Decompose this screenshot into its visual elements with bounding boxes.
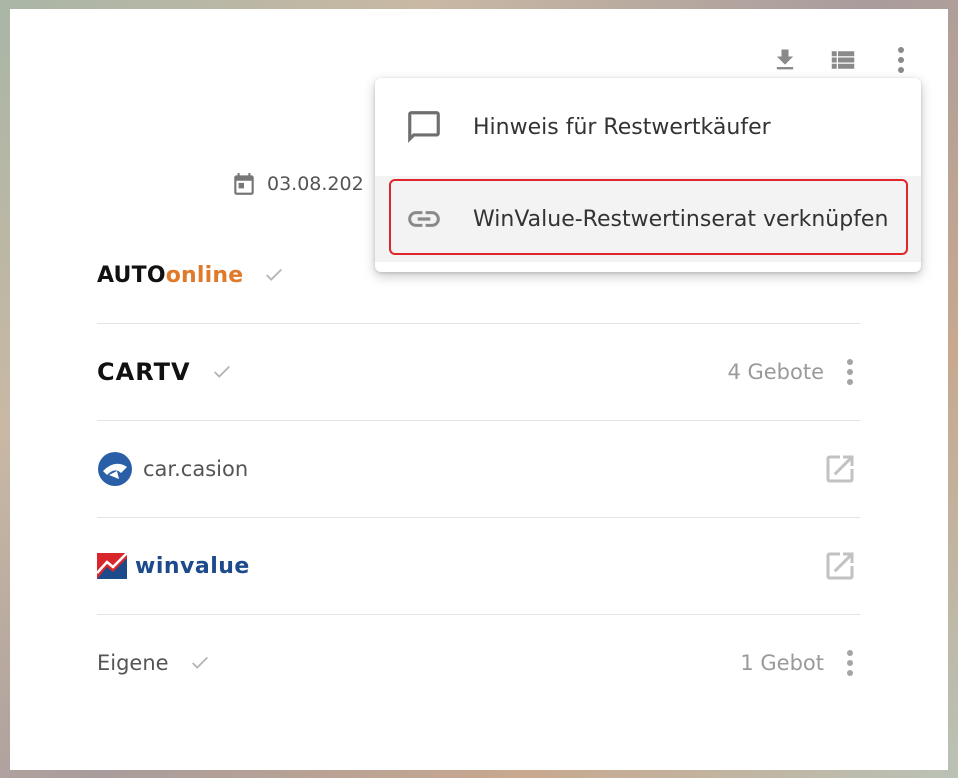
menu-item-link-winvalue[interactable]: WinValue-Restwertinserat verknüpfen	[375, 176, 921, 262]
more-vert-icon	[898, 47, 904, 73]
bid-count: 4 Gebote	[727, 360, 824, 384]
row-more-button[interactable]	[840, 355, 860, 389]
open-external-button[interactable]	[820, 449, 860, 489]
comment-icon	[408, 111, 440, 143]
download-icon	[776, 49, 794, 70]
list-item-winvalue: winvalue	[97, 518, 860, 615]
carcasion-logo: car.casion	[97, 451, 248, 487]
check-icon	[266, 268, 283, 281]
more-vert-icon	[847, 359, 853, 385]
winvalue-logo: winvalue	[97, 553, 250, 579]
more-vert-icon	[847, 650, 853, 676]
bid-count: 1 Gebot	[740, 651, 824, 675]
menu-item-label: Hinweis für Restwertkäufer	[473, 114, 771, 140]
list-item-eigene: Eigene 1 Gebot	[97, 615, 860, 711]
card-toolbar	[768, 43, 918, 77]
cartv-logo: CARTV	[97, 358, 191, 386]
list-view-button[interactable]	[826, 43, 860, 77]
open-external-icon	[826, 552, 854, 580]
row-more-button[interactable]	[840, 646, 860, 680]
open-external-button[interactable]	[820, 546, 860, 586]
check-icon	[213, 365, 230, 378]
date-text: 03.08.202	[267, 173, 364, 195]
date-display: 03.08.202	[231, 170, 364, 198]
list-item-cartv: CARTV 4 Gebote	[97, 324, 860, 421]
carcasion-emblem-icon	[98, 452, 132, 486]
link-icon	[408, 211, 440, 227]
platform-list: AUTOonline CARTV 4 Gebote car.casion win…	[97, 227, 860, 711]
winvalue-emblem-icon	[97, 553, 127, 579]
context-menu: Hinweis für Restwertkäufer WinValue-Rest…	[375, 78, 921, 272]
list-view-icon	[831, 51, 855, 69]
list-item-carcasion: car.casion	[97, 421, 860, 518]
more-options-button[interactable]	[884, 43, 918, 77]
eigene-label: Eigene	[97, 651, 169, 675]
calendar-icon	[234, 173, 254, 195]
download-button[interactable]	[768, 43, 802, 77]
menu-item-label: WinValue-Restwertinserat verknüpfen	[473, 206, 889, 232]
open-external-icon	[826, 455, 854, 483]
autoonline-logo: AUTOonline	[97, 262, 244, 288]
menu-item-restwert-hint[interactable]: Hinweis für Restwertkäufer	[375, 78, 921, 176]
check-icon	[191, 656, 208, 669]
